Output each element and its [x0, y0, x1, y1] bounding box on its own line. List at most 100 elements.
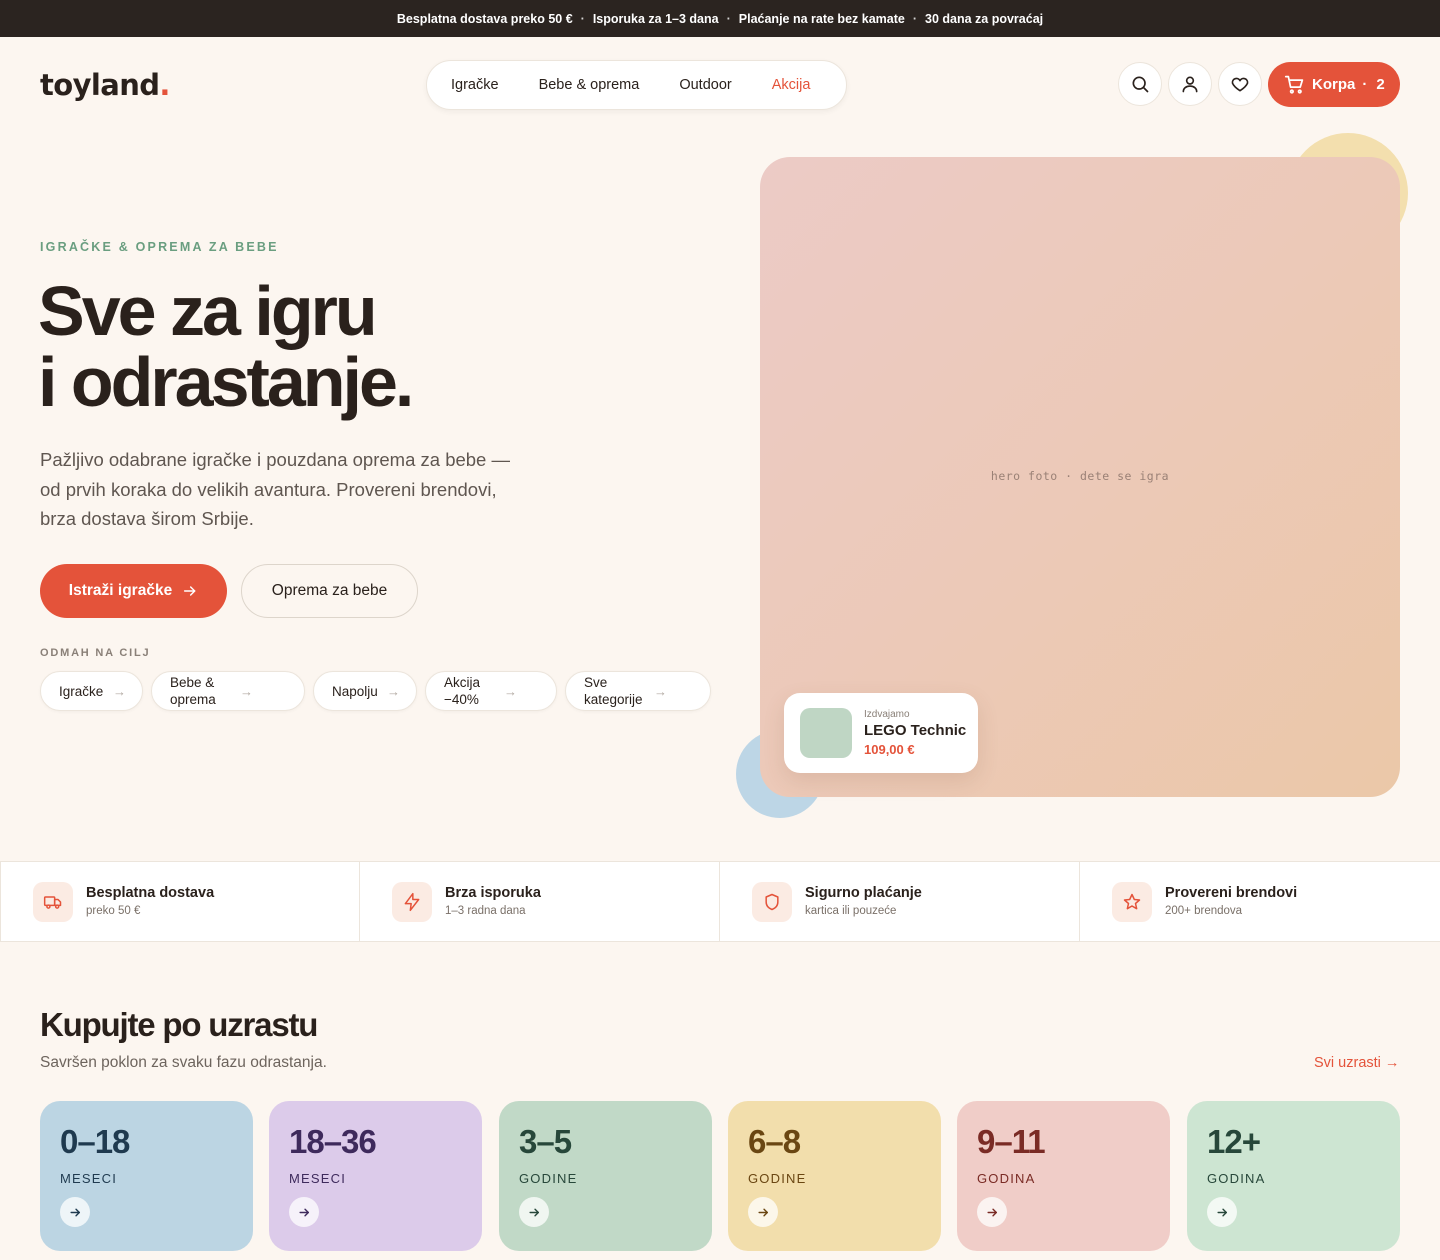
chip-bebe-oprema[interactable]: Bebe & oprema →	[151, 671, 305, 711]
star-icon	[1123, 893, 1141, 910]
announcement-item: Isporuka za 1–3 dana	[592, 11, 719, 26]
quick-links-title: ODMAH NA CILJ	[40, 647, 151, 659]
explore-toys-button[interactable]: Istraži igračke	[40, 564, 227, 618]
feature-fast-delivery: Brza isporuka 1–3 radna dana	[360, 862, 720, 941]
arrow-right-icon: →	[240, 683, 253, 699]
truck-icon	[43, 896, 62, 909]
age-unit: GODINA	[977, 1171, 1036, 1186]
logo-dot: .	[159, 68, 170, 102]
explore-toys-label: Istraži igračke	[68, 582, 173, 599]
cart-label: Korpa	[1312, 76, 1356, 93]
chip-label: Sve kategorije	[584, 675, 643, 707]
feature-icon-box	[752, 882, 792, 922]
arrow-right-icon	[757, 1208, 768, 1216]
age-unit: MESECI	[289, 1171, 347, 1186]
feature-title: Sigurno plaćanje	[805, 885, 922, 901]
age-unit: GODINE	[519, 1171, 578, 1186]
age-range: 3–5	[519, 1123, 572, 1160]
wishlist-button[interactable]	[1218, 62, 1262, 106]
search-button[interactable]	[1118, 62, 1162, 106]
feature-subtitle: 200+ brendova	[1165, 905, 1243, 917]
announcement-item: 30 dana za povraćaj	[925, 11, 1044, 26]
age-card[interactable]: 6–8 GODINE	[728, 1101, 941, 1251]
feature-icon-box	[33, 882, 73, 922]
featured-price: 109,00 €	[864, 742, 915, 757]
logo-text: toyland	[40, 68, 160, 102]
age-card-arrow-button[interactable]	[519, 1197, 549, 1227]
age-range: 0–18	[60, 1123, 130, 1160]
chip-sve-kategorije[interactable]: Sve kategorije →	[565, 671, 711, 711]
age-card[interactable]: 3–5 GODINE	[499, 1101, 712, 1251]
main-nav: Igračke Bebe & oprema Outdoor Akcija	[426, 60, 847, 110]
arrow-right-icon	[986, 1208, 997, 1216]
age-card-arrow-button[interactable]	[60, 1197, 90, 1227]
bolt-icon	[404, 892, 420, 912]
featured-product-card[interactable]: Izdvajamo LEGO Technic 109,00 €	[784, 693, 978, 773]
heart-icon	[1231, 77, 1249, 92]
hero-title-line1: Sve za igru	[38, 272, 378, 350]
feature-subtitle: kartica ili pouzeće	[805, 905, 897, 917]
arrow-right-icon	[184, 586, 196, 596]
arrow-right-icon	[298, 1208, 309, 1216]
section-subtitle: Savršen poklon za svaku fazu odrastanja.	[40, 1054, 327, 1071]
announcement-item: Besplatna dostava preko 50 €	[396, 11, 573, 26]
logo[interactable]: toyland.	[40, 68, 170, 102]
age-range: 9–11	[977, 1123, 1046, 1160]
arrow-right-icon: →	[113, 683, 126, 699]
nav-item-igracke[interactable]: Igračke	[451, 77, 499, 93]
chip-napolju[interactable]: Napolju →	[313, 671, 417, 711]
arrow-right-icon: →	[387, 683, 400, 699]
chip-akcija[interactable]: Akcija −40% →	[425, 671, 557, 711]
arrow-right-icon	[528, 1208, 539, 1216]
hero-title: Sve za igru i odrastanje.	[38, 272, 414, 418]
feature-title: Besplatna dostava	[86, 885, 215, 901]
announcement-bar: Besplatna dostava preko 50 € · Isporuka …	[0, 0, 1440, 37]
age-card[interactable]: 18–36 MESECI	[269, 1101, 482, 1251]
cart-button[interactable]: Korpa · 2	[1268, 62, 1400, 107]
account-button[interactable]	[1168, 62, 1212, 106]
featured-kicker: Izdvajamo	[864, 709, 910, 720]
hero-lead: Pažljivo odabrane igračke i pouzdana opr…	[40, 449, 510, 529]
arrow-right-icon	[1216, 1208, 1227, 1216]
chip-igracke[interactable]: Igračke →	[40, 671, 143, 711]
chip-label: Napolju	[332, 683, 378, 699]
nav-item-bebe-oprema[interactable]: Bebe & oprema	[539, 77, 640, 93]
feature-free-shipping: Besplatna dostava preko 50 €	[0, 862, 360, 941]
feature-verified-brands: Provereni brendovi 200+ brendova	[1080, 862, 1440, 941]
cart-count: 2	[1376, 76, 1385, 93]
age-range: 6–8	[748, 1123, 801, 1160]
nav-item-akcija[interactable]: Akcija	[772, 77, 811, 93]
age-card-arrow-button[interactable]	[1207, 1197, 1237, 1227]
nav-item-outdoor[interactable]: Outdoor	[679, 77, 731, 93]
section-title: Kupujte po uzrastu	[40, 1006, 318, 1043]
age-range: 18–36	[289, 1123, 377, 1160]
age-card[interactable]: 9–11 GODINA	[957, 1101, 1170, 1251]
age-unit: GODINE	[748, 1171, 807, 1186]
arrow-right-icon: →	[654, 683, 667, 699]
feature-title: Provereni brendovi	[1165, 885, 1298, 901]
age-unit: MESECI	[60, 1171, 118, 1186]
search-icon	[1132, 76, 1149, 93]
user-icon	[1182, 76, 1198, 93]
age-range: 12+	[1207, 1123, 1261, 1160]
feature-subtitle: preko 50 €	[86, 905, 141, 917]
all-ages-link[interactable]: Svi uzrasti →	[1314, 1055, 1399, 1071]
age-card[interactable]: 0–18 MESECI	[40, 1101, 253, 1251]
cart-icon	[1284, 75, 1304, 94]
feature-icon-box	[392, 882, 432, 922]
feature-title: Brza isporuka	[445, 885, 541, 901]
age-card-arrow-button[interactable]	[289, 1197, 319, 1227]
cart-separator: ·	[1362, 76, 1368, 93]
announcement-separator: ·	[912, 11, 917, 26]
announcement-item: Plaćanje na rate bez kamate	[738, 11, 905, 26]
baby-gear-button[interactable]: Oprema za bebe	[241, 564, 418, 618]
arrow-right-icon	[69, 1208, 80, 1216]
featured-title: LEGO Technic	[864, 722, 967, 739]
hero-image-placeholder: hero foto · dete se igra	[990, 469, 1170, 483]
featured-product-thumbnail	[800, 708, 852, 758]
age-card-arrow-button[interactable]	[977, 1197, 1007, 1227]
age-unit: GODINA	[1207, 1171, 1266, 1186]
age-card-arrow-button[interactable]	[748, 1197, 778, 1227]
features-strip: Besplatna dostava preko 50 € Brza isporu…	[0, 861, 1440, 942]
age-card[interactable]: 12+ GODINA	[1187, 1101, 1400, 1251]
